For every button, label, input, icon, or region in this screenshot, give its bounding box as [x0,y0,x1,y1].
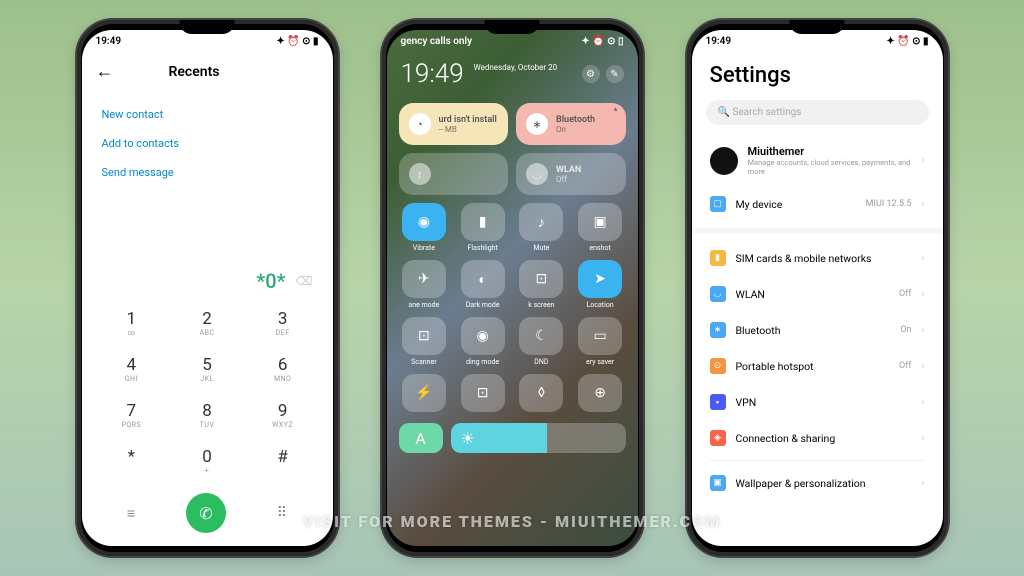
profile-row[interactable]: Miuithemer Manage accounts, cloud servic… [692,135,943,186]
status-icons-right: ✦ ⏰ ⊙ ▮ [886,36,928,47]
my-device-value: MIUI 12.5.5 [866,199,912,209]
status-time: 19:49 [706,36,732,47]
dialed-number: *0* [256,269,285,293]
tile-WLAN[interactable]: ◡WLANOff [516,153,626,195]
auto-brightness-button[interactable]: A [399,423,443,453]
toggle-extra-2[interactable]: ⊡ [457,374,508,415]
back-icon[interactable]: ← [96,61,114,82]
key-9[interactable]: 9WXYZ [245,395,321,435]
page-title: Recents [169,64,220,80]
toggle-ery saver[interactable]: ▭ery saver [575,317,626,366]
profile-name: Miuithemer [748,145,912,158]
key-5[interactable]: 5JKL [169,349,245,389]
settings-title: Settings [692,53,943,100]
cc-date: Wednesday, October 20 [474,63,557,72]
divider [692,228,943,234]
call-button[interactable]: ✆ [186,493,226,533]
phone-dialer: 19:49 ✦ ⏰ ⊙ ▮ ← Recents New contact Add … [75,18,340,558]
brightness-slider[interactable]: ☀ [451,423,626,453]
action-new-contact[interactable]: New contact [102,100,313,129]
toggle-Mute[interactable]: ♪Mute [516,203,567,252]
my-device-row[interactable]: ▢ My device MIUI 12.5.5 › [692,186,943,222]
brightness-fill: ☀ [451,423,547,453]
key-0[interactable]: 0+ [169,441,245,481]
toggle-enshot[interactable]: ▣enshot [575,203,626,252]
settings-wlan[interactable]: ◡WLANOff› [692,276,943,312]
avatar [710,147,738,175]
key-2[interactable]: 2ABC [169,303,245,343]
chevron-right-icon: › [921,478,924,489]
status-icons-right: ✦ ⏰ ⊙ ▮ [276,36,318,47]
phone-control-center: gency calls only ✦ ⏰ ⊙ ▯ 19:49 Wednesday… [380,18,645,558]
big-tiles: ◔urd isn't install-- MB∗BluetoothOn↕◡WLA… [387,95,638,203]
keypad: 1∞2ABC3DEF 4GHI5JKL6MNO 7PQRS8TUV9WXYZ *0+# [82,299,333,485]
status-text: gency calls only [401,36,473,47]
toggle-DND[interactable]: ☾DND [516,317,567,366]
status-icons-right: ✦ ⏰ ⊙ ▯ [581,36,623,47]
notch [790,20,845,34]
backspace-icon[interactable]: ⌫ [296,274,313,288]
toggle-Dark mode[interactable]: ◐Dark mode [457,260,508,309]
key-6[interactable]: 6MNO [245,349,321,389]
menu-icon[interactable]: ≡ [127,505,135,522]
phone-settings: 19:49 ✦ ⏰ ⊙ ▮ Settings 🔍 Search settings… [685,18,950,558]
tile-blank[interactable]: ↕ [399,153,509,195]
edit-icon[interactable]: ✎ [606,65,624,83]
settings-vpn[interactable]: ▪VPN› [692,384,943,420]
toggle-extra-4[interactable]: ⊕ [575,374,626,415]
settings-sim-cards-mobile-networks[interactable]: ▮SIM cards & mobile networks› [692,240,943,276]
settings-bluetooth[interactable]: ∗BluetoothOn› [692,312,943,348]
notch [180,20,235,34]
watermark: VISIT FOR MORE THEMES - MIUITHEMER.COM [303,512,722,531]
toggle-extra-1[interactable]: ⚡ [399,374,450,415]
toggle-Vibrate[interactable]: ◉Vibrate [399,203,450,252]
tile-urd isn't install[interactable]: ◔urd isn't install-- MB [399,103,509,145]
notch [485,20,540,34]
my-device-icon: ▢ [710,196,726,212]
settings-connection-sharing[interactable]: ◈Connection & sharing› [692,420,943,456]
action-add-to-contacts[interactable]: Add to contacts [102,129,313,158]
key-7[interactable]: 7PQRS [94,395,170,435]
toggle-k screen[interactable]: ⊡k screen [516,260,567,309]
wallpaper-icon: ▣ [710,475,726,491]
toggle-grid: ◉Vibrate▮Flashlight♪Mute▣enshot ✈ane mode… [387,203,638,366]
cc-time: 19:49 [401,59,464,89]
action-send-message[interactable]: Send message [102,158,313,187]
chevron-right-icon: › [921,155,924,166]
tile-Bluetooth[interactable]: ∗BluetoothOn [516,103,626,145]
key-3[interactable]: 3DEF [245,303,321,343]
toggle-ane mode[interactable]: ✈ane mode [399,260,450,309]
key-1[interactable]: 1∞ [94,303,170,343]
toggle-Flashlight[interactable]: ▮Flashlight [457,203,508,252]
key-#[interactable]: # [245,441,321,481]
my-device-label: My device [736,198,856,211]
dial-display: *0* ⌫ [82,257,333,299]
wallpaper-row[interactable]: ▣ Wallpaper & personalization › [692,465,943,501]
toggle-Scanner[interactable]: ⊡Scanner [399,317,450,366]
key-*[interactable]: * [94,441,170,481]
wallpaper-label: Wallpaper & personalization [736,477,912,490]
toggle-Location[interactable]: ➤Location [575,260,626,309]
key-8[interactable]: 8TUV [169,395,245,435]
dialpad-icon[interactable]: ⠿ [277,505,287,521]
divider [710,460,925,461]
chevron-right-icon: › [921,199,924,210]
status-time: 19:49 [96,36,122,47]
settings-portable-hotspot[interactable]: ⊙Portable hotspotOff› [692,348,943,384]
key-4[interactable]: 4GHI [94,349,170,389]
toggle-ding mode[interactable]: ◉ding mode [457,317,508,366]
settings-list: ▮SIM cards & mobile networks›◡WLANOff›∗B… [692,240,943,456]
settings-icon[interactable]: ⚙ [582,65,600,83]
profile-desc: Manage accounts, cloud services, payment… [748,158,912,176]
toggle-extra-3[interactable]: ◊ [516,374,567,415]
search-placeholder: Search settings [732,107,801,118]
search-input[interactable]: 🔍 Search settings [706,100,929,125]
